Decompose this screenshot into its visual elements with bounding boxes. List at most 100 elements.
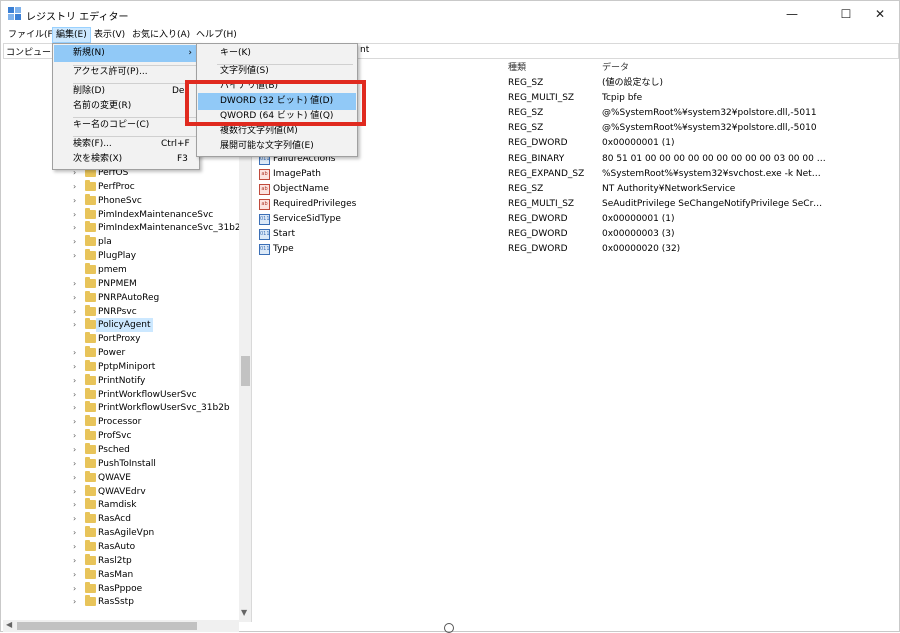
window-title: レジストリ エディター [26,12,129,23]
value-row[interactable]: ab ObjectName REG_SZ NT Authority¥NetworkSe… [256,182,899,197]
tree-item[interactable]: › PushToInstall [3,456,239,471]
tree-item[interactable]: › Psched [3,443,239,457]
menu-favorites[interactable]: お気に入り(A) [129,27,193,43]
chevron-right-icon[interactable]: › [73,429,81,443]
menu-help[interactable]: ヘルプ(H) [193,27,240,43]
tree-item[interactable]: › RasPppoe [3,581,239,596]
chevron-right-icon[interactable]: › [73,471,81,485]
folder-icon [85,221,96,233]
value-data: NT Authority¥NetworkService [602,183,736,194]
chevron-right-icon[interactable]: › [73,249,81,263]
tree-item[interactable]: › Power [3,346,239,360]
menu-edit[interactable]: 編集(E) [52,27,91,43]
chevron-right-icon[interactable]: › [73,401,81,415]
tree-item[interactable]: › PimIndexMaintenanceSvc [3,207,239,222]
tree-item[interactable]: › PrintWorkflowUserSvc_31b2b [3,401,239,415]
tree-item[interactable]: › RasSstp [3,595,239,609]
value-type: REG_MULTI_SZ [508,93,575,104]
string-value-icon: ab [259,168,270,180]
tree-item[interactable]: › RasMan [3,567,239,582]
chevron-right-icon[interactable]: › [73,512,81,526]
tree-item[interactable]: › PptpMiniport [3,359,239,374]
edit-menu-rename[interactable]: 名前の変更(R) [54,98,198,115]
edit-menu-find-next[interactable]: 次を検索(X) F3 [54,151,198,168]
tree-item[interactable]: › Processor [3,415,239,429]
tree-item[interactable]: › pla [3,235,239,249]
folder-icon [85,456,96,468]
tree-item[interactable]: › Ramdisk [3,498,239,512]
chevron-right-icon[interactable]: › [73,526,81,540]
value-row[interactable]: 011 Type REG_DWORD 0x00000020 (32) [256,242,899,257]
tree-item[interactable]: › ProfSvc [3,429,239,443]
chevron-right-icon[interactable]: › [73,443,81,457]
new-expandable-string-value[interactable]: 展開可能な文字列値(E) [198,138,356,155]
edit-menu-new[interactable]: 新規(N) › [54,45,198,62]
chevron-right-icon[interactable]: › [73,374,81,388]
chevron-right-icon[interactable]: › [73,540,81,554]
column-type-header[interactable]: 種類 [508,61,526,75]
chevron-right-icon[interactable]: › [73,485,81,499]
value-name: Start [273,229,295,239]
tree-item[interactable]: › PerfProc [3,179,239,194]
tree-item[interactable]: › PlugPlay [3,249,239,263]
chevron-right-icon[interactable]: › [73,208,81,222]
folder-icon [85,553,96,565]
chevron-right-icon[interactable]: › [73,277,81,291]
tree-item[interactable]: › PrintNotify [3,373,239,388]
minimize-icon[interactable]: — [771,1,813,27]
value-data: SeAuditPrivilege SeChangeNotifyPrivilege… [602,198,827,209]
chevron-right-icon[interactable]: › [73,291,81,305]
chevron-right-icon[interactable]: › [73,360,81,374]
tree-item-label: PimIndexMaintenanceSvc [98,209,214,220]
scroll-left-icon[interactable]: ◀ [6,620,12,629]
tree-item-label: PhoneSvc [98,195,142,206]
tree-item-label: PNPMEM [98,278,137,289]
tree-horizontal-scrollbar[interactable]: ◀ [3,620,239,632]
tree-item[interactable]: › PNRPsvc [3,304,239,319]
tree-item[interactable]: › RasAcd [3,512,239,526]
chevron-right-icon[interactable]: › [73,582,81,596]
chevron-right-icon[interactable]: › [73,235,81,249]
chevron-right-icon[interactable]: › [73,305,81,319]
column-data-header[interactable]: データ [602,61,629,75]
chevron-right-icon[interactable]: › [73,498,81,512]
scroll-thumb[interactable] [17,622,197,630]
tree-item[interactable]: › RasAgileVpn [3,526,239,540]
chevron-right-icon[interactable]: › [73,194,81,208]
tree-item[interactable]: › PhoneSvc [3,193,239,208]
value-row[interactable]: ab RequiredPrivileges REG_MULTI_SZ SeAuditP… [256,197,899,212]
edit-menu-copy-key-name[interactable]: キー名のコピー(C) [54,117,198,134]
title-bar: レジストリ エディター — ☐ ✕ [1,1,899,27]
value-row[interactable]: 011 Start REG_DWORD 0x00000003 (3) [256,227,899,242]
tree-item[interactable]: › QWAVE [3,470,239,485]
new-key[interactable]: キー(K) [198,45,356,62]
value-row[interactable]: 011 ServiceSidType REG_DWORD 0x00000001 (1) [256,212,899,227]
tree-item[interactable]: › RasAuto [3,539,239,554]
folder-icon [85,470,96,482]
chevron-right-icon[interactable]: › [73,221,81,235]
tree-item[interactable]: › PNPMEM [3,276,239,291]
chevron-right-icon[interactable]: › [73,568,81,582]
chevron-right-icon[interactable]: › [73,318,81,332]
scroll-down-icon[interactable]: ▼ [241,608,247,617]
tree-item[interactable]: › PimIndexMaintenanceSvc_31b2b [3,221,246,235]
scroll-thumb[interactable] [241,356,250,386]
tree-item[interactable]: › Rasl2tp [3,553,239,568]
tree-item[interactable]: › PNRPAutoReg [3,290,239,305]
value-row[interactable]: ab ImagePath REG_EXPAND_SZ %SystemRoot%¥sys… [256,167,899,182]
tree-item[interactable]: › QWAVEdrv [3,484,239,499]
tree-item[interactable]: › PrintWorkflowUserSvc [3,387,239,402]
chevron-right-icon[interactable]: › [73,415,81,429]
chevron-right-icon[interactable]: › [73,457,81,471]
chevron-right-icon[interactable]: › [73,180,81,194]
tree-item[interactable]: pmem [3,262,239,277]
chevron-right-icon[interactable]: › [73,595,81,609]
tree-item[interactable]: › PolicyAgent [3,318,239,333]
menu-view[interactable]: 表示(V) [91,27,128,43]
tree-item[interactable]: PortProxy [3,332,239,346]
chevron-right-icon[interactable]: › [73,388,81,402]
chevron-right-icon[interactable]: › [73,346,81,360]
chevron-right-icon[interactable]: › [73,554,81,568]
close-icon[interactable]: ✕ [859,1,900,27]
edit-menu-permissions[interactable]: アクセス許可(P)... [54,64,198,81]
